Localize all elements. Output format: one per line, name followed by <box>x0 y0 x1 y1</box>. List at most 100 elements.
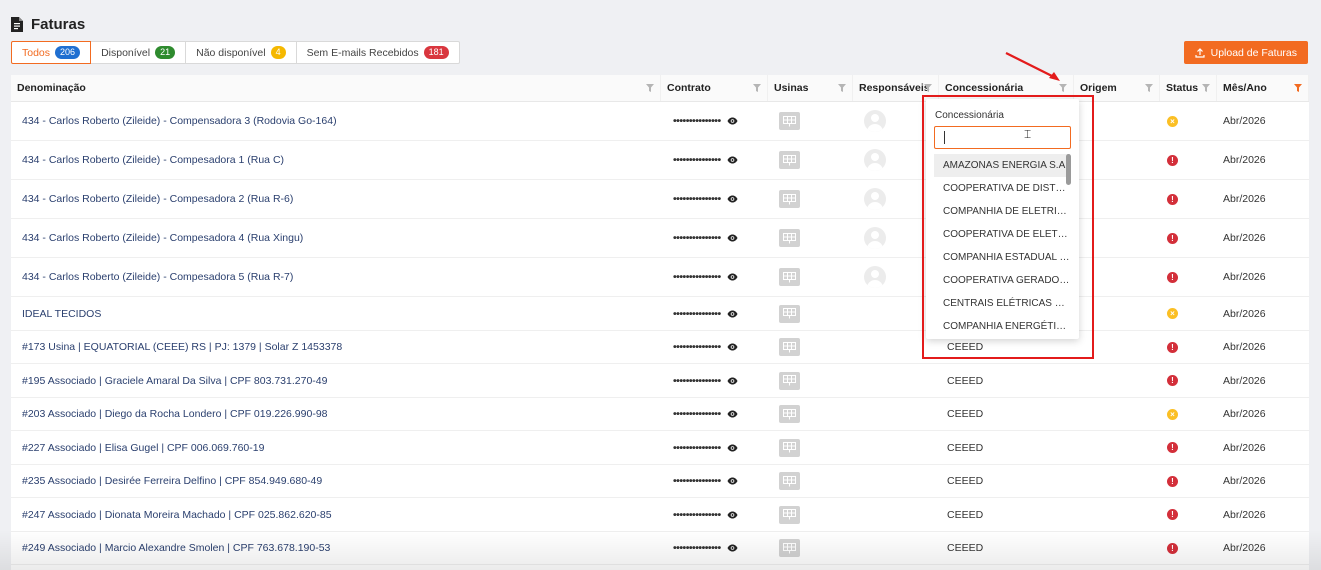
filter-icon[interactable] <box>1145 84 1153 92</box>
row-status: × <box>1160 102 1217 140</box>
column-header: Contrato <box>661 75 768 101</box>
avatar <box>864 188 886 210</box>
solar-panel-icon[interactable] <box>779 371 800 390</box>
eye-icon[interactable] <box>727 195 738 203</box>
solar-panel-icon[interactable] <box>779 405 800 423</box>
column-header-label: Mês/Ano <box>1223 82 1267 94</box>
table-row[interactable]: 434 - Carlos Roberto (Zileide) - Compesa… <box>11 219 1309 258</box>
solar-panel-icon[interactable] <box>779 304 800 323</box>
concessionaria-option[interactable]: COMPANHIA ESTADUAL DE ENERGIA <box>934 246 1070 269</box>
row-month: Abr/2026 <box>1223 154 1266 166</box>
row-origem <box>1074 431 1160 464</box>
table-row[interactable]: IDEAL TECIDOS ••••••••••••••• × Abr/2026 <box>11 297 1309 331</box>
eye-icon[interactable] <box>727 377 738 385</box>
solar-panel-icon[interactable] <box>779 505 800 524</box>
count-badge: 4 <box>270 46 286 59</box>
row-denominacao[interactable]: #249 Associado | Marcio Alexandre Smolen… <box>11 532 661 564</box>
concessionaria-option[interactable]: AMAZONAS ENERGIA S.A <box>934 154 1070 177</box>
table-row[interactable]: #247 Associado | Dionata Moreira Machado… <box>11 498 1309 532</box>
row-denominacao[interactable]: 434 - Carlos Roberto (Zileide) - Compesa… <box>11 219 661 257</box>
filter-icon[interactable] <box>646 84 654 92</box>
row-denominacao[interactable]: #203 Associado | Diego da Rocha Londero … <box>11 398 661 430</box>
filter-icon[interactable] <box>1294 84 1302 92</box>
row-denominacao[interactable]: 434 - Carlos Roberto (Zileide) - Compesa… <box>11 180 661 218</box>
row-origem <box>1074 180 1160 218</box>
solar-panel-icon[interactable] <box>779 229 800 247</box>
solar-panel-icon[interactable] <box>779 438 800 457</box>
concessionaria-option[interactable]: COOPERATIVA DE ELETRIFICAÇÃO <box>934 223 1070 246</box>
row-denominacao[interactable]: 434 - Carlos Roberto (Zileide) - Compesa… <box>11 258 661 296</box>
concessionaria-option[interactable]: COMPANHIA DE ELETRICIDADE <box>934 200 1070 223</box>
column-header-label: Usinas <box>774 82 809 94</box>
solar-panel-icon[interactable] <box>779 539 800 557</box>
avatar <box>864 149 886 171</box>
row-denominacao[interactable]: #235 Associado | Desirée Ferreira Delfin… <box>11 465 661 497</box>
column-header: Denominação <box>11 75 661 101</box>
row-origem <box>1074 331 1160 363</box>
masked-contract: ••••••••••••••• <box>673 307 721 320</box>
eye-icon[interactable] <box>727 234 738 242</box>
eye-icon[interactable] <box>727 117 738 125</box>
solar-panel-icon[interactable] <box>779 190 800 208</box>
solar-panel-icon[interactable] <box>779 151 800 169</box>
row-contract: ••••••••••••••• <box>661 258 768 296</box>
row-month: Abr/2026 <box>1223 441 1266 454</box>
warning-status-icon: × <box>1167 115 1178 127</box>
row-denominacao[interactable]: 434 - Carlos Roberto (Zileide) - Compesa… <box>11 141 661 179</box>
avatar <box>864 227 886 249</box>
filter-icon[interactable] <box>924 84 932 92</box>
row-origem <box>1074 465 1160 497</box>
concessionaria-option[interactable]: COMPANHIA ENERGÉTICA <box>934 315 1070 338</box>
options-scrollbar[interactable] <box>1066 154 1071 185</box>
column-header-label: Denominação <box>17 82 86 94</box>
row-denominacao[interactable]: 434 - Carlos Roberto (Zileide) - Compens… <box>11 102 661 140</box>
tab-label: Não disponível <box>196 46 266 59</box>
count-badge: 181 <box>423 46 449 59</box>
row-denominacao[interactable]: #195 Associado | Graciele Amaral Da Silv… <box>11 364 661 397</box>
table-row[interactable]: 434 - Carlos Roberto (Zileide) - Compens… <box>11 102 1309 141</box>
eye-icon[interactable] <box>727 310 738 318</box>
eye-icon[interactable] <box>727 511 738 519</box>
table-row[interactable]: 434 - Carlos Roberto (Zileide) - Compesa… <box>11 180 1309 219</box>
eye-icon[interactable] <box>727 444 738 452</box>
solar-panel-icon[interactable] <box>779 268 800 286</box>
filter-icon[interactable] <box>1202 84 1210 92</box>
concessionaria-option[interactable]: CENTRAIS ELÉTRICAS DE SANTA CATARINA <box>934 292 1070 315</box>
tab-n-o-dispon-vel[interactable]: Não disponível 4 <box>185 41 297 64</box>
eye-icon[interactable] <box>727 343 738 351</box>
row-origem <box>1074 297 1160 330</box>
tab-dispon-vel[interactable]: Disponível 21 <box>90 41 187 64</box>
row-denominacao[interactable]: #247 Associado | Dionata Moreira Machado… <box>11 498 661 531</box>
filter-icon[interactable] <box>838 84 846 92</box>
solar-panel-icon[interactable] <box>779 338 800 356</box>
eye-icon[interactable] <box>727 156 738 164</box>
row-denominacao[interactable]: #173 Usina | EQUATORIAL (CEEE) RS | PJ: … <box>11 331 661 363</box>
row-denominacao[interactable]: IDEAL TECIDOS <box>11 297 661 330</box>
table-row[interactable]: #173 Usina | EQUATORIAL (CEEE) RS | PJ: … <box>11 331 1309 364</box>
row-denominacao[interactable]: #227 Associado | Elisa Gugel | CPF 006.0… <box>11 431 661 464</box>
table-row[interactable]: 434 - Carlos Roberto (Zileide) - Compesa… <box>11 258 1309 297</box>
solar-panel-icon[interactable] <box>779 472 800 490</box>
masked-contract: ••••••••••••••• <box>673 475 721 487</box>
eye-icon[interactable] <box>727 477 738 485</box>
filter-icon[interactable] <box>753 84 761 92</box>
concessionaria-search-input[interactable] <box>934 126 1071 149</box>
filter-icon[interactable] <box>1059 84 1067 92</box>
table-row[interactable]: 434 - Carlos Roberto (Zileide) - Compesa… <box>11 141 1309 180</box>
row-status: × <box>1160 297 1217 330</box>
table-row[interactable]: #249 Associado | Marcio Alexandre Smolen… <box>11 532 1309 565</box>
tab-todos[interactable]: Todos 206 <box>11 41 92 64</box>
solar-panel-icon[interactable] <box>779 112 800 130</box>
table-row[interactable]: #195 Associado | Graciele Amaral Da Silv… <box>11 364 1309 398</box>
table-row[interactable]: #235 Associado | Desirée Ferreira Delfin… <box>11 465 1309 498</box>
concessionaria-option[interactable]: COOPERATIVA GERADORA DE ENERGIA <box>934 269 1070 292</box>
eye-icon[interactable] <box>727 273 738 281</box>
row-responsaveis <box>853 431 939 464</box>
tab-sem-e-mails-recebidos[interactable]: Sem E-mails Recebidos 181 <box>295 41 460 64</box>
upload-invoices-button[interactable]: Upload de Faturas <box>1183 41 1308 64</box>
eye-icon[interactable] <box>727 544 738 552</box>
table-row[interactable]: #227 Associado | Elisa Gugel | CPF 006.0… <box>11 431 1309 465</box>
table-row[interactable]: #203 Associado | Diego da Rocha Londero … <box>11 398 1309 431</box>
concessionaria-option[interactable]: COOPERATIVA DE DISTRIBUIÇÃO <box>934 177 1070 200</box>
eye-icon[interactable] <box>727 410 738 418</box>
